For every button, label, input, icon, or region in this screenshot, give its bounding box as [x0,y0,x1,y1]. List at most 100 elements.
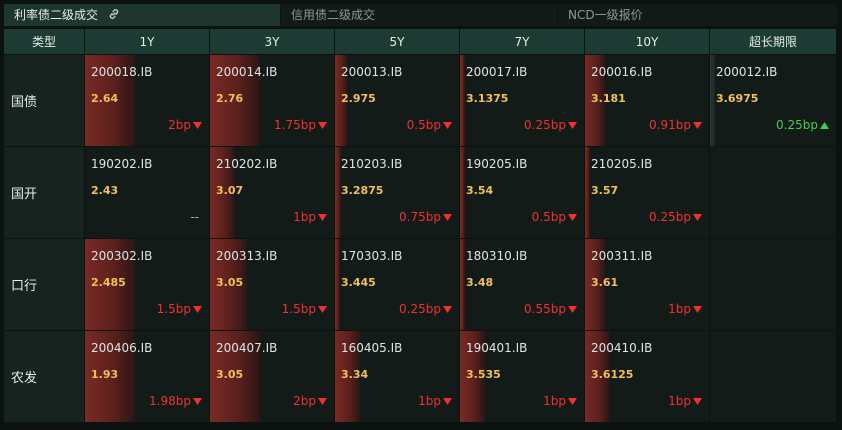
bond-rate: 3.181 [591,92,626,105]
bond-cell[interactable]: 190401.IB 3.535 1bp [460,331,584,422]
bond-rate: 3.54 [466,184,494,197]
bond-cell[interactable]: 200313.IB 3.05 1.5bp [210,239,334,330]
triangle-down-icon [443,302,452,316]
bond-cell[interactable]: 200012.IB 3.6975 0.25bp [710,55,836,146]
bond-cell[interactable]: 160405.IB 3.34 1bp [335,331,459,422]
column-header-3y: 3Y [210,29,334,54]
bond-cell[interactable]: 200017.IB 3.1375 0.25bp [460,55,584,146]
triangle-up-icon [820,118,829,132]
bond-rate: 3.535 [466,368,501,381]
rate-change-value: 0.25bp [399,302,441,316]
rate-change: 0.5bp [407,118,452,132]
bond-cell[interactable]: 200018.IB 2.64 2bp [85,55,209,146]
bond-code: 190401.IB [466,341,528,355]
bond-cell[interactable]: 190205.IB 3.54 0.5bp [460,147,584,238]
rate-change: 0.25bp [649,210,702,224]
rate-change-value: 1bp [543,394,566,408]
link-icon[interactable] [108,5,120,27]
bond-rate: 3.07 [216,184,244,197]
rate-change: 0.75bp [399,210,452,224]
bond-cell[interactable]: 200407.IB 3.05 2bp [210,331,334,422]
row-label: 国开 [4,147,84,238]
bond-code: 200013.IB [341,65,403,79]
bond-cell[interactable]: 170303.IB 3.445 0.25bp [335,239,459,330]
triangle-down-icon [693,394,702,408]
rate-change-value: 1bp [418,394,441,408]
bond-rate: 3.6975 [716,92,759,105]
tab-label: 信用债二级成交 [291,8,376,22]
rate-change: -- [190,210,199,224]
bond-rate: 3.05 [216,276,244,289]
bond-rate: 1.93 [91,368,119,381]
triangle-down-icon [443,210,452,224]
rate-change-value: 0.25bp [524,118,566,132]
bond-code: 210203.IB [341,157,403,171]
bond-code: 190202.IB [91,157,153,171]
tab-rate-bond-trades[interactable]: 利率债二级成交 [4,4,281,26]
triangle-down-icon [193,394,202,408]
bond-cell[interactable]: 200410.IB 3.6125 1bp [585,331,709,422]
bond-code: 190205.IB [466,157,528,171]
bond-cell[interactable]: 210202.IB 3.07 1bp [210,147,334,238]
tab-credit-bond-trades[interactable]: 信用债二级成交 [281,4,558,26]
bond-rate: 3.34 [341,368,369,381]
triangle-down-icon [568,118,577,132]
triangle-down-icon [193,118,202,132]
rate-change: 0.5bp [532,210,577,224]
empty-cell [710,147,836,238]
bond-rate: 2.76 [216,92,244,105]
rate-change-value: 1bp [668,302,691,316]
rate-change: 0.25bp [524,118,577,132]
triangle-down-icon [443,394,452,408]
rate-change: 0.25bp [776,118,829,132]
rate-change: 1.5bp [282,302,327,316]
rate-change: 0.91bp [649,118,702,132]
rate-change-value: -- [190,210,199,224]
tab-ncd-quotes[interactable]: NCD一级报价 [558,4,838,26]
row-label: 国债 [4,55,84,146]
rate-change: 1bp [543,394,577,408]
rate-change-value: 0.5bp [406,118,441,132]
rate-change: 1bp [293,210,327,224]
bond-cell[interactable]: 200406.IB 1.93 1.98bp [85,331,209,422]
bond-cell[interactable]: 200014.IB 2.76 1.75bp [210,55,334,146]
row-label: 农发 [4,331,84,422]
bond-code: 200012.IB [716,65,778,79]
bond-code: 160405.IB [341,341,403,355]
bond-cell[interactable]: 210205.IB 3.57 0.25bp [585,147,709,238]
rate-change-value: 2bp [293,394,316,408]
bond-yield-table: 类型 1Y 3Y 5Y 7Y 10Y 超长期限 国债 200018.IB 2.64 2bp 20001… [4,29,836,422]
rate-change: 0.55bp [524,302,577,316]
bond-rate: 3.05 [216,368,244,381]
bond-cell[interactable]: 200302.IB 2.485 1.5bp [85,239,209,330]
bond-code: 200406.IB [91,341,153,355]
triangle-down-icon [693,210,702,224]
bond-cell[interactable]: 180310.IB 3.48 0.55bp [460,239,584,330]
bond-code: 200018.IB [91,65,153,79]
bond-rate: 3.48 [466,276,494,289]
bond-rate: 2.485 [91,276,126,289]
triangle-down-icon [568,394,577,408]
bond-cell[interactable]: 210203.IB 3.2875 0.75bp [335,147,459,238]
triangle-down-icon [693,302,702,316]
rate-change-value: 0.55bp [524,302,566,316]
rate-change-value: 0.91bp [649,118,691,132]
rate-change: 1.98bp [149,394,202,408]
bond-rate: 3.57 [591,184,619,197]
change-intensity-bar [710,55,715,146]
bond-cell[interactable]: 200016.IB 3.181 0.91bp [585,55,709,146]
bond-cell[interactable]: 200311.IB 3.61 1bp [585,239,709,330]
rate-change: 2bp [168,118,202,132]
bond-rate: 3.1375 [466,92,509,105]
bond-cell[interactable]: 190202.IB 2.43 -- [85,147,209,238]
bond-rate: 3.6125 [591,368,634,381]
rate-change-value: 0.25bp [649,210,691,224]
bond-code: 200410.IB [591,341,653,355]
rate-change-value: 1.5bp [156,302,191,316]
column-header-1y: 1Y [85,29,209,54]
triangle-down-icon [193,302,202,316]
rate-change: 1.5bp [157,302,202,316]
triangle-down-icon [318,118,327,132]
bond-cell[interactable]: 200013.IB 2.975 0.5bp [335,55,459,146]
rate-change-value: 0.5bp [531,210,566,224]
